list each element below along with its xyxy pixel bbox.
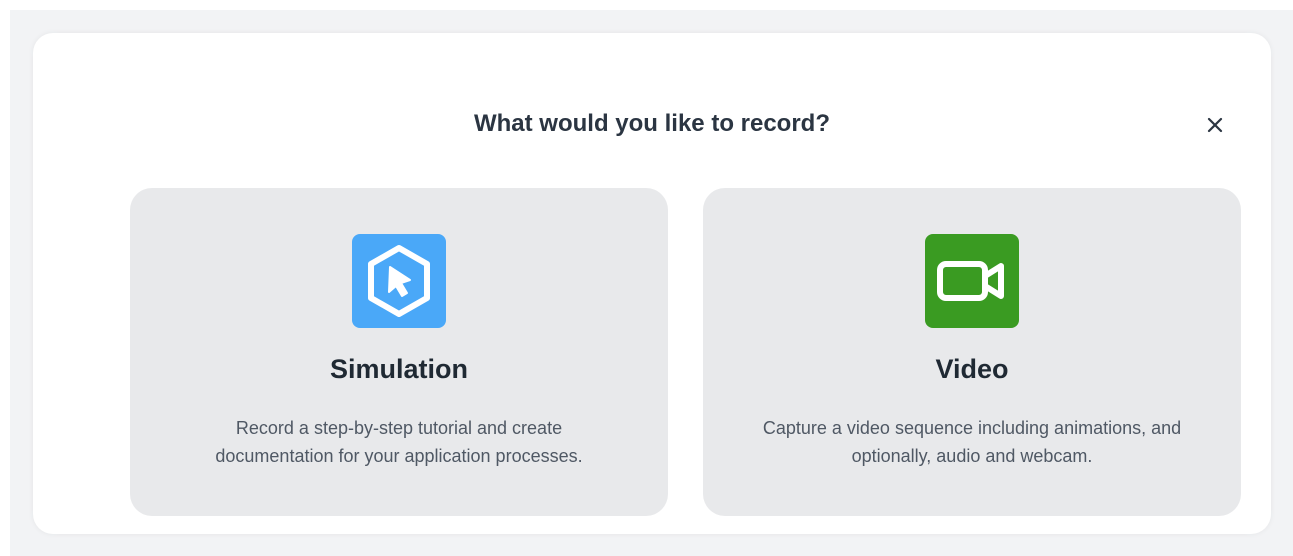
record-type-dialog: What would you like to record? Simulatio…	[33, 33, 1271, 534]
video-description-line: Capture a video sequence including anima…	[762, 418, 1182, 438]
simulation-cursor-icon	[352, 234, 446, 328]
close-icon	[1207, 117, 1223, 133]
simulation-icon-tile	[352, 234, 446, 328]
video-camera-icon	[925, 234, 1019, 328]
simulation-description-line: Record a step-by-step tutorial and creat…	[235, 418, 563, 438]
simulation-description: Record a step-by-step tutorial and creat…	[150, 414, 648, 470]
dialog-title: What would you like to record?	[473, 110, 830, 137]
video-description: Capture a video sequence including anima…	[723, 414, 1221, 470]
video-option-card[interactable]: Video Capture a video sequence including…	[703, 188, 1241, 516]
simulation-title: Simulation	[329, 354, 468, 384]
video-description-line: optionally, audio and webcam.	[851, 446, 1093, 466]
simulation-option-card[interactable]: Simulation Record a step-by-step tutoria…	[130, 188, 668, 516]
simulation-description-line: documentation for your application proce…	[215, 446, 583, 466]
video-icon-tile	[925, 234, 1019, 328]
close-button[interactable]	[1203, 113, 1227, 137]
video-title: Video	[935, 354, 1009, 384]
